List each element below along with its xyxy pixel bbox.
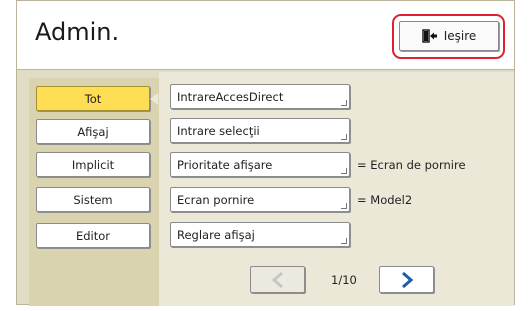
selection-pointer [150, 93, 158, 105]
chevron-left-icon [271, 271, 283, 288]
corner-mark-icon [341, 203, 347, 209]
corner-mark-icon [341, 238, 347, 244]
item-label: Reglare afişaj [177, 227, 255, 242]
item-intrare-acces-direct[interactable]: IntrareAccesDirect [170, 84, 350, 109]
exit-label: Ieşire [443, 29, 477, 43]
item-ecran-pornire[interactable]: Ecran pornire [170, 187, 350, 212]
category-label: Tot [84, 91, 102, 106]
category-tot[interactable]: Tot [36, 86, 150, 111]
category-sistem[interactable]: Sistem [36, 187, 150, 212]
category-label: Sistem [73, 192, 113, 207]
corner-mark-icon [341, 168, 347, 174]
corner-mark-icon [341, 134, 347, 140]
value-prioritate-afisare: = Ecran de pornire [357, 158, 466, 172]
category-implicit[interactable]: Implicit [36, 152, 150, 177]
exit-door-icon [422, 29, 437, 43]
corner-mark-icon [341, 100, 347, 106]
category-afisaj[interactable]: Afişaj [36, 119, 150, 144]
page-indicator: 1/10 [331, 273, 357, 287]
header-bar: Admin. Ieşire [17, 1, 514, 70]
category-label: Implicit [71, 157, 115, 172]
item-prioritate-afisare[interactable]: Prioritate afişare [170, 152, 350, 177]
category-editor[interactable]: Editor [36, 223, 150, 248]
item-reglare-afisaj[interactable]: Reglare afişaj [170, 222, 350, 247]
chevron-right-icon [401, 271, 413, 288]
next-page-button[interactable] [379, 266, 434, 293]
item-label: Ecran pornire [177, 192, 255, 207]
exit-button[interactable]: Ieşire [399, 21, 499, 51]
page-title: Admin. [35, 18, 120, 46]
value-ecran-pornire: = Model2 [357, 193, 413, 207]
item-label: Prioritate afişare [177, 157, 273, 172]
item-label: Intrare selecţii [177, 123, 260, 138]
category-label: Editor [75, 228, 111, 243]
category-label: Afişaj [77, 124, 109, 139]
item-intrare-selectii[interactable]: Intrare selecţii [170, 118, 350, 143]
item-label: IntrareAccesDirect [177, 89, 284, 104]
previous-page-button[interactable] [250, 266, 305, 293]
